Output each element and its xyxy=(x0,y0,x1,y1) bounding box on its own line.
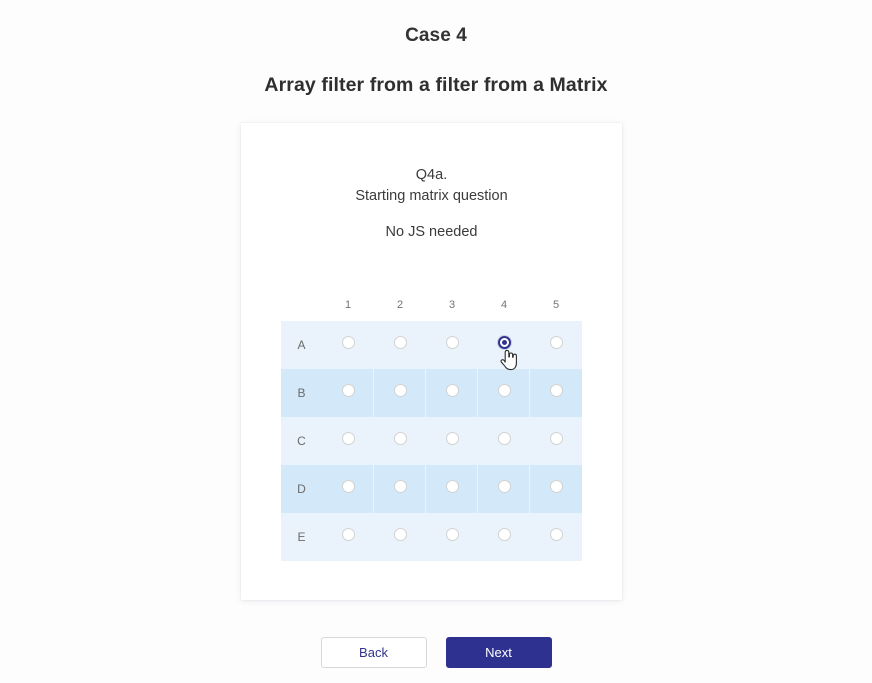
matrix-corner-cell xyxy=(281,298,322,321)
radio-d-4[interactable] xyxy=(497,480,511,493)
matrix-cell-a-1[interactable] xyxy=(322,321,374,369)
radio-c-5[interactable] xyxy=(549,432,563,445)
matrix-container: 1 2 3 4 5 A B C D E xyxy=(281,298,582,561)
radio-d-2[interactable] xyxy=(393,480,407,493)
matrix-cell-c-1[interactable] xyxy=(322,417,374,465)
matrix-cell-b-3[interactable] xyxy=(426,369,478,417)
column-header-3: 3 xyxy=(448,299,456,311)
matrix-table: 1 2 3 4 5 A B C D E xyxy=(281,298,582,561)
radio-a-3[interactable] xyxy=(445,336,459,349)
matrix-cell-a-2[interactable] xyxy=(374,321,426,369)
survey-card: Q4a. Starting matrix question No JS need… xyxy=(241,123,622,600)
matrix-cell-d-5[interactable] xyxy=(530,465,582,513)
matrix-header: 1 2 3 4 5 xyxy=(281,298,582,321)
column-header-5: 5 xyxy=(552,299,560,311)
radio-d-5[interactable] xyxy=(549,480,563,493)
matrix-row-b: B xyxy=(281,369,582,417)
matrix-cell-c-4[interactable] xyxy=(478,417,530,465)
matrix-cell-d-4[interactable] xyxy=(478,465,530,513)
next-button[interactable]: Next xyxy=(445,637,552,668)
radio-e-3[interactable] xyxy=(445,528,459,541)
question-text: Starting matrix question xyxy=(355,188,508,204)
page-root: Case 4 Array filter from a filter from a… xyxy=(0,0,872,683)
radio-c-3[interactable] xyxy=(445,432,459,445)
radio-a-4[interactable] xyxy=(497,336,511,349)
radio-a-5[interactable] xyxy=(549,336,563,349)
matrix-cell-c-5[interactable] xyxy=(530,417,582,465)
radio-b-4[interactable] xyxy=(497,384,511,397)
matrix-cell-b-5[interactable] xyxy=(530,369,582,417)
radio-b-5[interactable] xyxy=(549,384,563,397)
matrix-row-e: E xyxy=(281,513,582,561)
question-block: Q4a. Starting matrix question No JS need… xyxy=(241,123,622,240)
matrix-cell-a-3[interactable] xyxy=(426,321,478,369)
matrix-cell-a-5[interactable] xyxy=(530,321,582,369)
page-title: Case 4 xyxy=(405,25,467,46)
radio-a-1[interactable] xyxy=(341,336,355,349)
matrix-cell-d-3[interactable] xyxy=(426,465,478,513)
question-note: No JS needed xyxy=(385,224,478,240)
column-header-1: 1 xyxy=(344,299,352,311)
radio-d-3[interactable] xyxy=(445,480,459,493)
radio-b-3[interactable] xyxy=(445,384,459,397)
matrix-header-row: 1 2 3 4 5 xyxy=(281,298,582,321)
radio-c-1[interactable] xyxy=(341,432,355,445)
row-label-d: D xyxy=(281,465,322,513)
row-label-b: B xyxy=(281,369,322,417)
matrix-cell-b-2[interactable] xyxy=(374,369,426,417)
row-label-a: A xyxy=(281,321,322,369)
radio-e-4[interactable] xyxy=(497,528,511,541)
radio-e-1[interactable] xyxy=(341,528,355,541)
matrix-row-a: A xyxy=(281,321,582,369)
matrix-cell-e-1[interactable] xyxy=(322,513,374,561)
page-subtitle: Array filter from a filter from a Matrix xyxy=(264,74,608,96)
footer-buttons: Back Next xyxy=(0,637,872,668)
radio-b-1[interactable] xyxy=(341,384,355,397)
matrix-cell-d-1[interactable] xyxy=(322,465,374,513)
matrix-cell-e-4[interactable] xyxy=(478,513,530,561)
row-label-e: E xyxy=(281,513,322,561)
matrix-cell-d-2[interactable] xyxy=(374,465,426,513)
radio-e-2[interactable] xyxy=(393,528,407,541)
radio-c-4[interactable] xyxy=(497,432,511,445)
question-code: Q4a. xyxy=(415,167,448,183)
matrix-cell-c-2[interactable] xyxy=(374,417,426,465)
matrix-cell-c-3[interactable] xyxy=(426,417,478,465)
back-button[interactable]: Back xyxy=(320,637,427,668)
matrix-cell-e-2[interactable] xyxy=(374,513,426,561)
matrix-row-c: C xyxy=(281,417,582,465)
matrix-cell-e-3[interactable] xyxy=(426,513,478,561)
matrix-body: A B C D E xyxy=(281,321,582,561)
radio-d-1[interactable] xyxy=(341,480,355,493)
matrix-row-d: D xyxy=(281,465,582,513)
matrix-cell-e-5[interactable] xyxy=(530,513,582,561)
radio-b-2[interactable] xyxy=(393,384,407,397)
matrix-cell-a-4[interactable] xyxy=(478,321,530,369)
row-label-c: C xyxy=(281,417,322,465)
radio-e-5[interactable] xyxy=(549,528,563,541)
radio-c-2[interactable] xyxy=(393,432,407,445)
matrix-cell-b-4[interactable] xyxy=(478,369,530,417)
matrix-cell-b-1[interactable] xyxy=(322,369,374,417)
column-header-4: 4 xyxy=(500,299,508,311)
column-header-2: 2 xyxy=(396,299,404,311)
radio-a-2[interactable] xyxy=(393,336,407,349)
